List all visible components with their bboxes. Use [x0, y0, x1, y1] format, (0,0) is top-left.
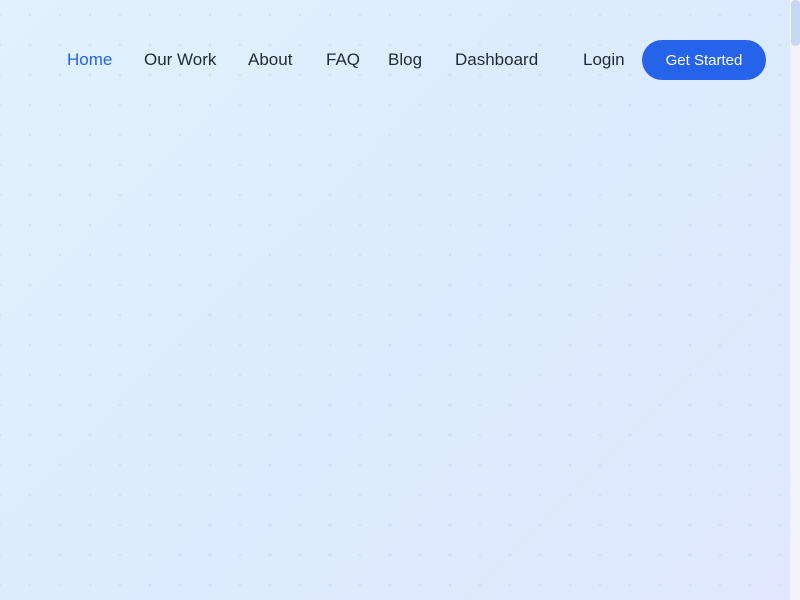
- nav-home[interactable]: Home: [67, 40, 112, 80]
- main-nav: Home Our Work About FAQ Blog Dashboard L…: [0, 40, 790, 80]
- login-link[interactable]: Login: [583, 40, 625, 80]
- nav-faq[interactable]: FAQ: [326, 40, 360, 80]
- nav-about[interactable]: About: [248, 40, 292, 80]
- scrollbar-thumb[interactable]: [791, 0, 800, 46]
- nav-blog[interactable]: Blog: [388, 40, 422, 80]
- scrollbar[interactable]: [790, 0, 800, 600]
- background-pattern: [0, 0, 790, 600]
- nav-dashboard[interactable]: Dashboard: [455, 40, 538, 80]
- nav-our-work[interactable]: Our Work: [144, 40, 216, 80]
- get-started-button[interactable]: Get Started: [642, 40, 766, 80]
